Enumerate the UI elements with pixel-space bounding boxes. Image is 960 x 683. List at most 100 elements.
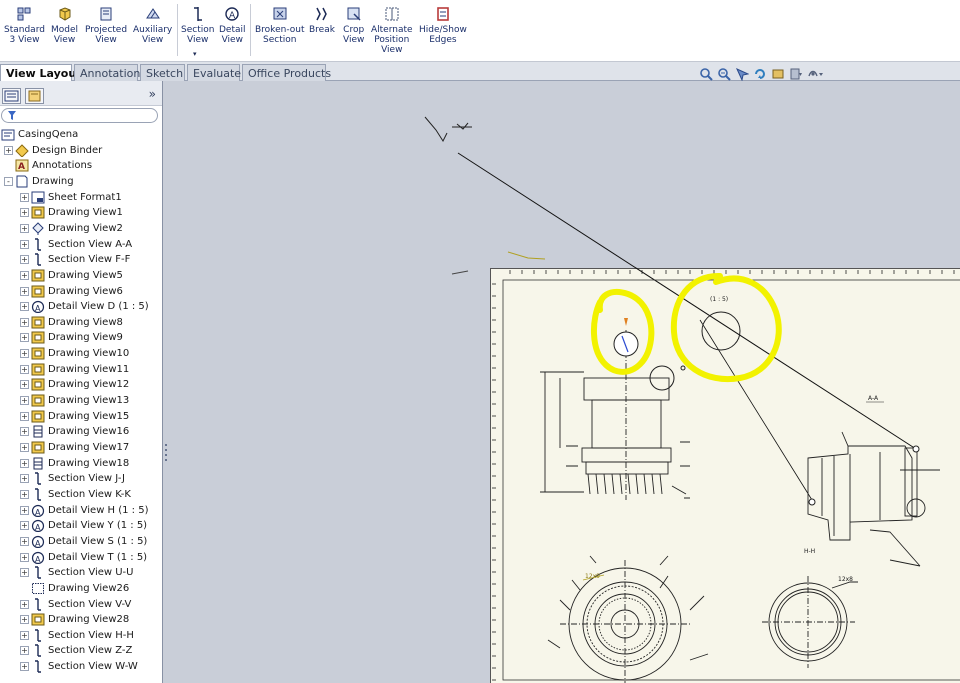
tree-item[interactable]: + Drawing View15 [20,409,129,424]
auxiliary-view-button[interactable]: Auxiliary View [133,6,172,45]
tree-item[interactable]: + Section View F-F [20,252,130,267]
expand-icon[interactable]: + [20,333,29,343]
crop-view-button[interactable]: Crop View [343,6,364,45]
tree-item-label: Annotations [32,160,93,172]
expand-icon[interactable]: + [20,427,29,437]
tree-item[interactable]: + Section View Z-Z [20,643,132,658]
tree-item[interactable]: + Drawing View10 [20,346,129,361]
display-style-icon[interactable] [789,67,803,81]
tree-item[interactable]: + A Detail View Y (1 : 5) [20,518,147,533]
expand-icon[interactable]: + [20,536,29,546]
tree-item[interactable]: + Design Binder [4,143,102,158]
broken-out-section-icon [273,7,287,20]
detail-view-button[interactable]: A Detail View [219,6,246,45]
expand-icon[interactable]: + [20,364,29,374]
alternate-position-view-button[interactable]: Alternate Position View [371,6,413,55]
expand-icon[interactable]: + [20,505,29,515]
tree-item[interactable]: + A Detail View T (1 : 5) [20,550,147,565]
expand-icon[interactable]: + [20,270,29,280]
expand-icon[interactable]: + [20,443,29,452]
tree-item[interactable]: + Drawing View8 [20,315,123,330]
tree-item[interactable]: + Drawing View5 [20,268,123,283]
tree-item[interactable]: + A Detail View D (1 : 5) [20,299,149,314]
model-view-button[interactable]: Model View [51,6,78,45]
expand-icon[interactable]: + [4,145,13,155]
expand-icon[interactable]: + [20,286,29,296]
expand-panel-button[interactable]: » [149,87,156,101]
property-manager-tab-icon[interactable] [25,88,44,104]
expand-icon[interactable]: + [20,662,29,672]
tree-item[interactable]: Drawing View26 [20,581,129,596]
section-view-button[interactable]: Section View [181,6,214,45]
expand-icon[interactable]: + [20,380,29,390]
section-view-dropdown-arrow-icon[interactable]: ▾ [193,50,197,58]
break-button[interactable]: Break [309,6,335,35]
tree-item[interactable]: + Section View K-K [20,487,131,502]
expand-icon[interactable]: + [20,646,29,656]
tree-item[interactable]: + Drawing View18 [20,456,129,471]
tree-item[interactable]: + Drawing View16 [20,424,129,439]
tab-sketch[interactable]: Sketch [140,64,185,81]
tree-item[interactable]: + Section View H-H [20,628,134,643]
tree-item[interactable]: + Drawing View17 [20,440,129,455]
tree-item[interactable]: + Drawing View1 [20,205,123,220]
hide-show-edges-button[interactable]: Hide/Show Edges [419,6,467,45]
zoom-to-fit-icon[interactable] [699,67,713,81]
expand-icon[interactable]: + [20,239,29,249]
expand-icon[interactable]: + [20,615,29,625]
tab-office-products[interactable]: Office Products [242,64,331,81]
expand-icon[interactable]: + [20,599,29,609]
rebuild-icon[interactable] [753,67,767,81]
tree-item[interactable]: + Drawing View13 [20,393,129,408]
tree-item[interactable]: + Section View W-W [20,659,138,674]
display-icon[interactable] [771,67,785,81]
section-view-icon [35,597,41,611]
tree-item[interactable]: + Drawing View9 [20,330,123,345]
tree-item[interactable]: CasingQena [1,127,78,142]
tab-evaluate[interactable]: Evaluate [187,64,241,81]
tree-filter-input[interactable] [1,108,158,123]
expand-icon[interactable]: + [20,489,29,499]
expand-icon[interactable]: + [20,630,29,640]
expand-icon[interactable]: + [20,552,29,562]
expand-icon[interactable]: + [20,255,29,265]
expand-icon[interactable]: + [20,208,29,218]
expand-icon[interactable]: + [20,521,29,531]
tree-item[interactable]: + Section View V-V [20,597,131,612]
tree-item[interactable]: A Annotations [4,158,92,173]
expand-icon[interactable]: + [20,349,29,359]
expand-icon[interactable]: + [20,302,29,312]
broken-out-section-button[interactable]: Broken-out Section [255,6,304,45]
tree-item[interactable]: + Drawing View11 [20,362,129,377]
feature-tree-tab-icon[interactable] [2,88,21,104]
tree-item[interactable]: - Drawing [4,174,74,189]
tree-item[interactable]: + Drawing View6 [20,284,123,299]
tree-item[interactable]: + Section View J-J [20,471,125,486]
tree-item[interactable]: + Drawing View28 [20,612,129,627]
tree-item[interactable]: + A Detail View S (1 : 5) [20,534,147,549]
tree-item[interactable]: + Sheet Format1 [20,190,122,205]
standard-3-view-button[interactable]: Standard 3 View [4,6,45,45]
expand-icon[interactable]: + [20,192,29,202]
tree-item[interactable]: + Section View U-U [20,565,134,580]
expand-icon[interactable]: + [20,568,29,578]
tree-item[interactable]: + Section View A-A [20,237,132,252]
tree-item[interactable]: + A Detail View H (1 : 5) [20,503,149,518]
drawing-sheet[interactable] [490,268,960,683]
tab-annotation[interactable]: Annotation [74,64,140,81]
zoom-to-area-icon[interactable] [717,67,731,81]
expand-icon[interactable]: + [20,458,29,468]
expand-icon[interactable]: + [20,411,29,421]
expand-icon[interactable]: + [20,223,29,233]
tree-item[interactable]: + Drawing View12 [20,377,129,392]
expand-icon[interactable]: + [20,317,29,327]
select-icon[interactable] [735,67,750,82]
view-settings-icon[interactable] [807,67,823,81]
projected-view-button[interactable]: Projected View [85,6,127,45]
expand-icon[interactable]: + [20,474,29,484]
collapse-icon[interactable]: - [4,176,13,186]
tab-view-layout[interactable]: View Layout [0,64,81,82]
tree-item[interactable]: + Drawing View2 [20,221,123,236]
drawing-view-icon [31,269,45,282]
expand-icon[interactable]: + [20,396,29,406]
